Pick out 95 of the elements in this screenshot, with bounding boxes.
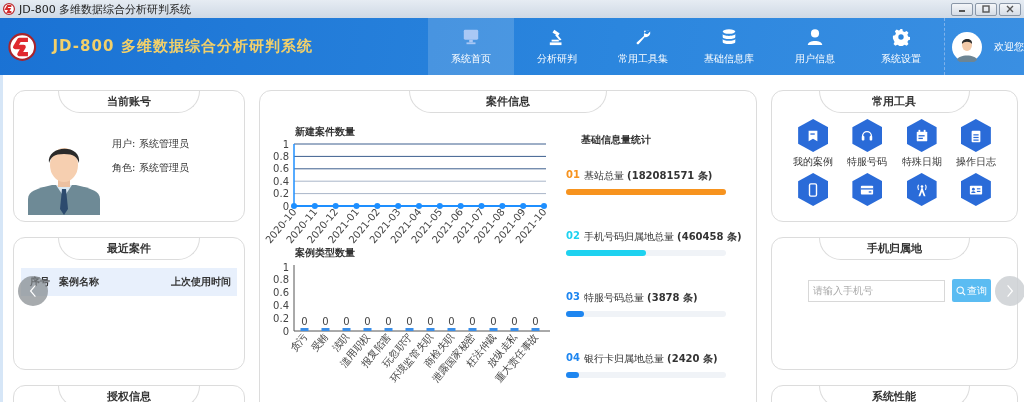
chevron-right-icon: [1006, 284, 1014, 298]
stat-label: 银行卡归属地总量 (2420 条): [583, 352, 718, 366]
app-logo-icon: [3, 3, 15, 15]
data-label: 0: [406, 316, 413, 327]
item-number: 02: [566, 230, 580, 243]
item-number: 01: [566, 169, 580, 182]
axis-tick-label: 0.4: [273, 175, 289, 187]
data-point: [436, 203, 443, 209]
column-header: 序号: [30, 275, 50, 289]
nav-tab[interactable]: 系统设置: [858, 18, 944, 75]
app-logo-icon: [8, 31, 37, 62]
data-label: 0: [469, 316, 476, 327]
bar: [405, 328, 414, 331]
column-header: 上次使用时间: [171, 275, 231, 289]
data-label: 0: [301, 316, 308, 327]
axis-tick-label: 0.8: [273, 150, 289, 162]
data-point: [332, 203, 339, 209]
bar: [300, 328, 309, 331]
data-label: 0: [322, 316, 329, 327]
nav-tab[interactable]: 系统首页: [428, 18, 514, 75]
data-label: 0: [343, 316, 350, 327]
close-icon: [1005, 5, 1015, 13]
axis-tick-label: 0.4: [273, 299, 289, 311]
close-button[interactable]: [999, 2, 1021, 16]
data-point: [353, 203, 360, 209]
bar: [468, 328, 477, 331]
user-icon: [806, 27, 824, 46]
data-label: 0: [448, 316, 455, 327]
role-label: 角色: 系统管理员: [112, 161, 189, 175]
nav-tab[interactable]: 用户信息: [772, 18, 858, 75]
tool-button[interactable]: 特殊日期: [894, 119, 949, 169]
data-label: 0: [490, 316, 497, 327]
axis-tick-label: 0.6: [273, 163, 289, 175]
bar: [447, 328, 456, 331]
axis-tick-label: 0.8: [273, 274, 289, 286]
axis-category-label: 受贿: [308, 331, 331, 354]
bar: [363, 328, 372, 331]
bar: [426, 328, 435, 331]
stats-title: 基础信息量统计: [581, 133, 652, 147]
data-label: 0: [385, 316, 392, 327]
data-point: [311, 203, 318, 209]
data-label: 0: [532, 316, 539, 327]
previous-button[interactable]: [18, 276, 48, 306]
bar: [531, 328, 540, 331]
database-icon: [720, 27, 738, 46]
data-label: 0: [511, 316, 518, 327]
axis-tick-label: 0: [282, 325, 289, 337]
monitor-icon: [462, 27, 480, 46]
data-point: [520, 203, 527, 209]
chart-title: 案例类型数量: [295, 246, 356, 259]
bar: [489, 328, 498, 331]
stat-label: 基站总量 (182081571 条): [583, 169, 713, 183]
data-point: [457, 203, 464, 209]
nav-tab[interactable]: 基础信息库: [686, 18, 772, 75]
axis-tick-label: 0.2: [273, 312, 289, 324]
column-header: 案例名称: [59, 275, 99, 289]
maximize-button[interactable]: [975, 2, 997, 16]
item-number: 03: [566, 291, 580, 304]
tool-button[interactable]: 操作日志: [948, 119, 1003, 169]
axis-tick-label: 1: [282, 138, 289, 150]
welcome-text: 欢迎您: [994, 39, 1024, 54]
search-button[interactable]: 查询: [952, 279, 991, 302]
axis-tick-label: 0.6: [273, 287, 289, 299]
data-point: [374, 203, 381, 209]
data-point: [395, 203, 402, 209]
app-title: JD-800 多维数据综合分析研判系统: [52, 37, 314, 56]
data-label: 0: [364, 316, 371, 327]
search-icon: [956, 285, 966, 296]
tool-button[interactable]: 特服号码: [840, 119, 895, 169]
avatar[interactable]: [952, 31, 982, 62]
item-number: 04: [566, 352, 580, 365]
nav-tab[interactable]: 分析研判: [514, 18, 600, 75]
data-point: [541, 203, 547, 209]
user-label: 用户: 系统管理员: [112, 137, 189, 151]
axis-tick-label: 1: [282, 261, 289, 273]
data-point: [478, 203, 485, 209]
bar: [384, 328, 393, 331]
bar: [321, 328, 330, 331]
stat-label: 特服号码总量 (3878 条): [583, 291, 698, 305]
tool-button[interactable]: 我的案例: [786, 119, 841, 169]
maximize-icon: [981, 5, 991, 13]
minimize-button[interactable]: [951, 2, 973, 16]
nav-tab[interactable]: 常用工具集: [600, 18, 686, 75]
data-point: [416, 203, 422, 209]
axis-tick-label: 0.2: [273, 188, 289, 200]
settings-icon: [892, 27, 910, 46]
data-point: [499, 203, 506, 209]
axis-tick-label: 0: [282, 200, 289, 212]
stat-label: 手机号码归属地总量 (460458 条): [583, 230, 742, 244]
phone-input-field[interactable]: 请输入手机号: [808, 279, 945, 302]
window-title: JD-800 多维数据综合分析研判系统: [19, 1, 192, 17]
chart-title: 新建案件数量: [295, 125, 356, 138]
bar: [342, 328, 351, 331]
bar: [510, 328, 519, 331]
data-label: 0: [427, 316, 434, 327]
